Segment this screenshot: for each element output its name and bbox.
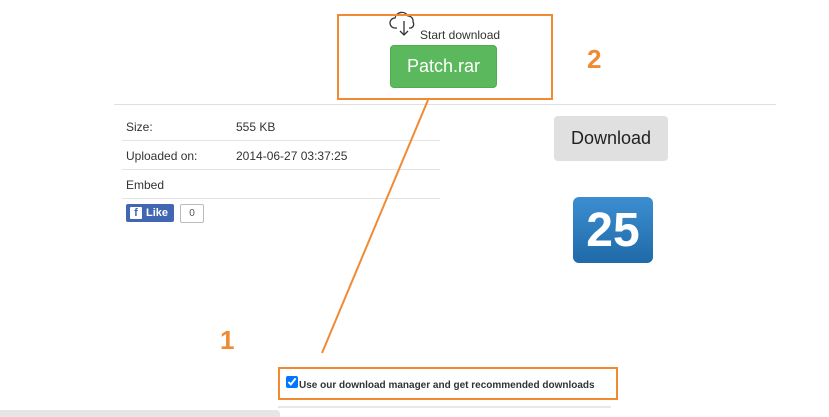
bottom-scrollbar[interactable] <box>0 410 280 417</box>
annotation-label-1: 1 <box>220 325 235 355</box>
info-label: Size: <box>126 120 153 134</box>
info-value: 2014-06-27 03:37:25 <box>236 149 348 163</box>
info-value: 555 KB <box>236 120 276 134</box>
facebook-icon: f <box>130 207 142 219</box>
divider <box>278 406 611 408</box>
info-row-size: Size: 555 KB <box>122 112 440 141</box>
info-row-embed[interactable]: Embed <box>122 170 440 199</box>
like-count: 0 <box>180 204 204 223</box>
download-manager-label[interactable]: Use our download manager and get recomme… <box>299 380 595 391</box>
info-label: Uploaded on: <box>126 149 198 163</box>
annotation-label-2: 2 <box>587 44 602 74</box>
divider <box>114 104 776 105</box>
download-manager-checkbox[interactable] <box>286 376 298 388</box>
facebook-like-button[interactable]: f Like <box>126 204 174 222</box>
annotation-box-2 <box>337 14 553 100</box>
calendar-icon: 25 <box>573 197 653 263</box>
embed-link[interactable]: Embed <box>126 178 164 192</box>
info-row-uploaded: Uploaded on: 2014-06-27 03:37:25 <box>122 141 440 170</box>
like-label: Like <box>146 207 169 219</box>
download-button[interactable]: Download <box>554 116 668 161</box>
